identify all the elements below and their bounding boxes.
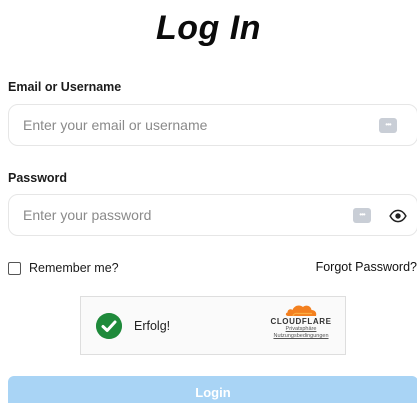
password-manager-icon[interactable] bbox=[353, 207, 371, 223]
page-title: Log In bbox=[156, 9, 261, 47]
email-input[interactable] bbox=[23, 105, 353, 145]
email-label: Email or Username bbox=[8, 80, 122, 94]
privacy-link[interactable]: Privatsphäre bbox=[265, 326, 337, 333]
terms-link[interactable]: Nutzungsbedingungen bbox=[265, 333, 337, 340]
email-field-container bbox=[8, 104, 417, 146]
password-label: Password bbox=[8, 171, 68, 185]
login-button[interactable]: Login bbox=[8, 376, 417, 403]
cloudflare-cloud-icon bbox=[285, 305, 317, 317]
remember-me[interactable]: Remember me? bbox=[8, 259, 119, 277]
password-manager-icon[interactable] bbox=[379, 117, 397, 133]
cloudflare-logo: CLOUDFLARE Privatsphäre Nutzungsbedingun… bbox=[265, 303, 337, 349]
captcha-widget[interactable]: Erfolg! CLOUDFLARE Privatsphäre Nutzungs… bbox=[80, 296, 346, 355]
eye-icon[interactable] bbox=[389, 207, 407, 225]
remember-me-label: Remember me? bbox=[29, 261, 119, 275]
password-field-container bbox=[8, 194, 417, 236]
password-input[interactable] bbox=[23, 195, 353, 235]
remember-me-checkbox[interactable] bbox=[8, 261, 21, 275]
login-page: Log In Email or Username Password Rememb… bbox=[0, 0, 417, 403]
cloudflare-wordmark: CLOUDFLARE bbox=[270, 317, 332, 326]
checkmark-circle-icon bbox=[96, 313, 122, 339]
forgot-password-link[interactable]: Forgot Password? bbox=[316, 260, 417, 274]
captcha-status: Erfolg! bbox=[134, 319, 171, 333]
